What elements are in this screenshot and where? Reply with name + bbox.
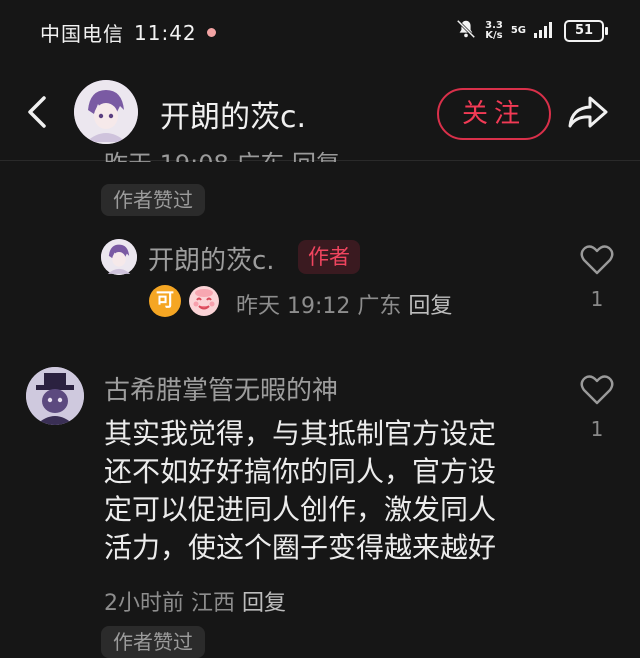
share-button[interactable]	[566, 92, 610, 132]
avatar-illustration-icon	[101, 239, 137, 275]
comment-meta: 2小时前 江西 回复	[104, 585, 286, 617]
status-left: 中国电信 11:42	[40, 18, 216, 47]
clock: 11:42	[134, 20, 197, 45]
chevron-left-icon	[28, 96, 46, 128]
carrier-name: 中国电信	[40, 22, 124, 46]
comment-author-liked-chip: 作者赞过	[101, 626, 205, 658]
avatar-hat-character-icon	[26, 367, 84, 425]
bell-off-icon	[455, 18, 477, 44]
avatar-illustration-icon	[74, 80, 138, 144]
comment-line: 还不如好好搞你的同人，官方设	[104, 455, 497, 488]
smiling-face-emoji-icon	[187, 283, 221, 317]
heart-outline-icon	[580, 375, 614, 405]
net-speed-unit: K/s	[485, 30, 503, 41]
author-liked-chip: 作者赞过	[101, 184, 205, 216]
network-speed: 3.3 K/s	[485, 21, 503, 41]
status-right: 3.3 K/s 5G 51	[455, 18, 608, 44]
reply-meta: 昨天 19:12 广东 回复	[236, 288, 452, 320]
author-badge: 作者	[298, 240, 360, 274]
comment-time: 2小时前	[104, 591, 184, 616]
emoji-ke-sticker: 可	[149, 285, 181, 317]
reply-location: 广东	[357, 294, 402, 319]
commenter-name[interactable]: 古希腊掌管无暇的神	[104, 370, 338, 407]
reply-button[interactable]: 回复	[408, 294, 452, 319]
previous-reply-meta-text: 昨天 19:08 广东 回复	[104, 144, 504, 162]
comment-line: 活力，使这个圈子变得越来越好	[104, 531, 497, 564]
previous-reply-meta: 昨天 19:08 广东 回复	[104, 140, 504, 162]
comment-reply-button[interactable]: 回复	[242, 591, 286, 616]
reply-avatar[interactable]	[101, 239, 137, 275]
reply-time: 昨天 19:12	[236, 294, 351, 319]
comment-line: 其实我觉得，与其抵制官方设定	[104, 417, 497, 450]
author-name[interactable]: 开朗的茨c.	[160, 92, 306, 136]
comment-like-count: 1	[590, 417, 604, 441]
status-bar: 中国电信 11:42 3.3 K/s 5G 51	[0, 0, 640, 64]
signal-bars-icon	[534, 20, 556, 42]
comment-line: 定可以促进同人创作，激发同人	[104, 493, 497, 526]
follow-button[interactable]: 关注	[437, 88, 551, 140]
back-button[interactable]	[20, 92, 56, 132]
comment-location: 江西	[191, 591, 236, 616]
heart-outline-icon	[580, 245, 614, 275]
comment-text: 其实我觉得，与其抵制官方设定 还不如好好搞你的同人，官方设 定可以促进同人创作，…	[104, 415, 554, 567]
notification-dot-icon	[206, 28, 216, 37]
battery-indicator: 51	[564, 20, 608, 42]
share-arrow-icon	[568, 96, 608, 128]
author-avatar[interactable]	[74, 80, 138, 144]
like-button[interactable]	[580, 244, 614, 276]
network-type: 5G	[510, 25, 526, 36]
reply-user-name[interactable]: 开朗的茨c.	[148, 240, 275, 277]
like-count: 1	[590, 287, 604, 311]
commenter-avatar[interactable]	[26, 367, 84, 425]
comment-like-button[interactable]	[580, 374, 614, 406]
